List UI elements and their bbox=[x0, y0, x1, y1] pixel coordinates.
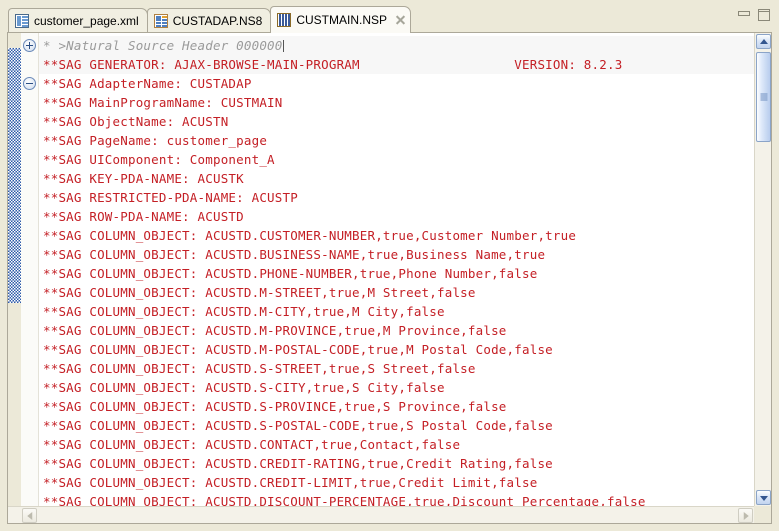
code-line[interactable]: **SAG GENERATOR: AJAX-BROWSE-MAIN-PROGRA… bbox=[39, 55, 754, 74]
nsp-file-icon bbox=[277, 13, 291, 27]
code-line[interactable]: **SAG COLUMN_OBJECT: ACUSTD.DISCOUNT-PER… bbox=[39, 492, 754, 506]
source-editor: * >Natural Source Header 000000**SAG GEN… bbox=[7, 32, 772, 524]
horizontal-scrollbar[interactable] bbox=[8, 506, 754, 523]
code-line[interactable]: * >Natural Source Header 000000 bbox=[39, 36, 754, 55]
scroll-thumb-grip bbox=[760, 94, 767, 101]
code-text-area[interactable]: * >Natural Source Header 000000**SAG GEN… bbox=[39, 33, 754, 506]
code-line[interactable]: **SAG PageName: customer_page bbox=[39, 131, 754, 150]
code-line[interactable]: **SAG COLUMN_OBJECT: ACUSTD.PHONE-NUMBER… bbox=[39, 264, 754, 283]
tab-label: customer_page.xml bbox=[34, 14, 139, 28]
change-marker-bar bbox=[8, 48, 21, 303]
code-line[interactable]: **SAG COLUMN_OBJECT: ACUSTD.M-STREET,tru… bbox=[39, 283, 754, 302]
tab-custadap-ns8[interactable]: CUSTADAP.NS8 bbox=[147, 8, 272, 33]
window-controls bbox=[738, 9, 771, 20]
tab-bar: customer_page.xml CUSTADAP.NS8 CUSTMAIN.… bbox=[0, 0, 779, 33]
scrollbar-corner bbox=[754, 506, 771, 523]
folding-ruler[interactable] bbox=[21, 33, 39, 506]
tab-custmain-nsp[interactable]: CUSTMAIN.NSP bbox=[270, 6, 411, 33]
annotation-ruler[interactable] bbox=[8, 33, 21, 506]
code-line[interactable]: **SAG COLUMN_OBJECT: ACUSTD.CONTACT,true… bbox=[39, 435, 754, 454]
code-line[interactable]: **SAG COLUMN_OBJECT: ACUSTD.S-STREET,tru… bbox=[39, 359, 754, 378]
scroll-left-button[interactable] bbox=[22, 508, 37, 523]
editor-window: customer_page.xml CUSTADAP.NS8 CUSTMAIN.… bbox=[0, 0, 779, 531]
scroll-down-button[interactable] bbox=[756, 490, 771, 505]
maximize-button[interactable] bbox=[758, 9, 771, 20]
vertical-scrollbar[interactable] bbox=[754, 33, 771, 506]
code-line[interactable]: **SAG UIComponent: Component_A bbox=[39, 150, 754, 169]
code-line[interactable]: **SAG COLUMN_OBJECT: ACUSTD.S-POSTAL-COD… bbox=[39, 416, 754, 435]
xml-file-icon bbox=[15, 14, 29, 28]
tab-customer-page-xml[interactable]: customer_page.xml bbox=[8, 8, 148, 33]
code-line[interactable]: **SAG COLUMN_OBJECT: ACUSTD.S-CITY,true,… bbox=[39, 378, 754, 397]
vertical-scroll-thumb[interactable] bbox=[756, 52, 771, 142]
tab-strip: customer_page.xml CUSTADAP.NS8 CUSTMAIN.… bbox=[8, 5, 410, 33]
scroll-up-button[interactable] bbox=[756, 34, 771, 49]
code-line[interactable]: **SAG RESTRICTED-PDA-NAME: ACUSTP bbox=[39, 188, 754, 207]
code-line[interactable]: **SAG KEY-PDA-NAME: ACUSTK bbox=[39, 169, 754, 188]
code-line[interactable]: **SAG COLUMN_OBJECT: ACUSTD.CREDIT-LIMIT… bbox=[39, 473, 754, 492]
code-line[interactable]: **SAG ObjectName: ACUSTN bbox=[39, 112, 754, 131]
minimize-button[interactable] bbox=[738, 9, 751, 20]
scroll-right-arrow-icon bbox=[743, 512, 748, 520]
code-line[interactable]: **SAG MainProgramName: CUSTMAIN bbox=[39, 93, 754, 112]
tab-label: CUSTADAP.NS8 bbox=[173, 14, 263, 28]
code-line[interactable]: **SAG AdapterName: CUSTADAP bbox=[39, 74, 754, 93]
code-line[interactable]: **SAG COLUMN_OBJECT: ACUSTD.CREDIT-RATIN… bbox=[39, 454, 754, 473]
scroll-up-arrow-icon bbox=[760, 39, 768, 44]
ns8-file-icon bbox=[154, 14, 168, 28]
code-line[interactable]: **SAG COLUMN_OBJECT: ACUSTD.M-POSTAL-COD… bbox=[39, 340, 754, 359]
scroll-down-arrow-icon bbox=[760, 496, 768, 501]
code-line[interactable]: **SAG COLUMN_OBJECT: ACUSTD.S-PROVINCE,t… bbox=[39, 397, 754, 416]
fold-expand-icon[interactable] bbox=[23, 39, 36, 52]
editor-inner: * >Natural Source Header 000000**SAG GEN… bbox=[8, 33, 771, 523]
scroll-left-arrow-icon bbox=[27, 512, 32, 520]
close-icon[interactable] bbox=[395, 15, 406, 26]
tab-label: CUSTMAIN.NSP bbox=[296, 13, 387, 27]
code-line[interactable]: **SAG COLUMN_OBJECT: ACUSTD.BUSINESS-NAM… bbox=[39, 245, 754, 264]
fold-collapse-icon[interactable] bbox=[23, 77, 36, 90]
scroll-right-button[interactable] bbox=[738, 508, 753, 523]
code-line[interactable]: **SAG COLUMN_OBJECT: ACUSTD.M-PROVINCE,t… bbox=[39, 321, 754, 340]
code-line[interactable]: **SAG COLUMN_OBJECT: ACUSTD.M-CITY,true,… bbox=[39, 302, 754, 321]
code-line[interactable]: **SAG ROW-PDA-NAME: ACUSTD bbox=[39, 207, 754, 226]
code-line[interactable]: **SAG COLUMN_OBJECT: ACUSTD.CUSTOMER-NUM… bbox=[39, 226, 754, 245]
text-caret bbox=[283, 40, 284, 52]
